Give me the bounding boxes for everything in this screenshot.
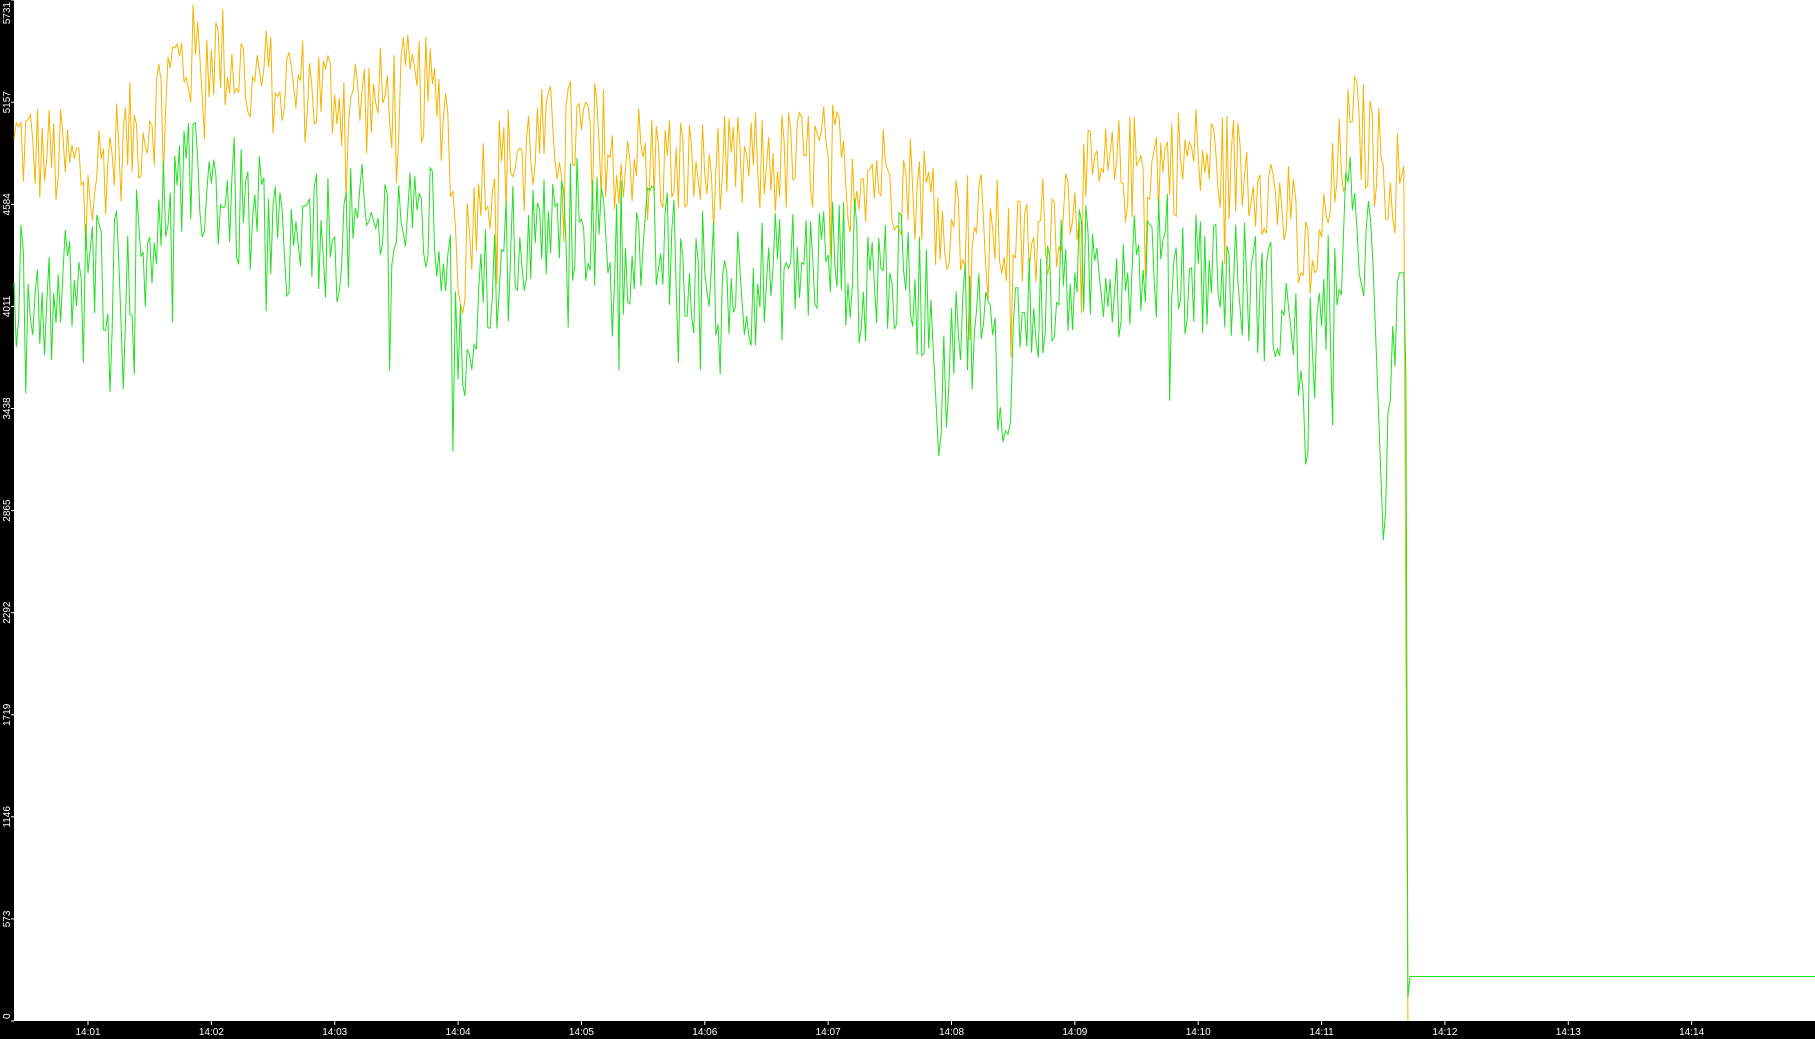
y-tick-label: 2865: [2, 499, 13, 522]
y-tick-label: 3438: [2, 397, 13, 420]
x-tick-label: 14:13: [1556, 1027, 1581, 1038]
x-tick-label: 14:08: [939, 1027, 964, 1038]
x-tick-label: 14:01: [75, 1027, 100, 1038]
y-tick-label: 2292: [2, 601, 13, 624]
x-tick-label: 14:14: [1679, 1027, 1704, 1038]
x-tick-label: 14:07: [816, 1027, 841, 1038]
y-tick-label: 5731: [2, 2, 13, 25]
x-tick-label: 14:09: [1062, 1027, 1087, 1038]
x-tick-label: 14:11: [1309, 1027, 1334, 1038]
y-tick-label: 4584: [2, 193, 13, 216]
y-tick-label: 4011: [2, 295, 13, 317]
x-tick-label: 14:04: [446, 1027, 471, 1038]
y-tick-label: 1719: [2, 703, 13, 726]
x-tick-label: 14:06: [692, 1027, 717, 1038]
y-tick-label: 0: [2, 1013, 13, 1019]
y-tick-label: 1146: [2, 806, 13, 828]
y-tick-label: 5157: [2, 91, 13, 114]
x-tick-label: 14:02: [199, 1027, 224, 1038]
x-tick-label: 14:10: [1186, 1027, 1211, 1038]
x-tick-label: 14:12: [1432, 1027, 1457, 1038]
x-tick-label: 14:05: [569, 1027, 594, 1038]
plot-area: [14, 0, 1815, 1021]
line-chart: 0 573 1146 1719 2292 2865 3438 4011 4584 5157 5731…: [0, 0, 1815, 1039]
x-tick-label: 14:03: [322, 1027, 347, 1038]
y-tick-label: 573: [2, 910, 13, 927]
